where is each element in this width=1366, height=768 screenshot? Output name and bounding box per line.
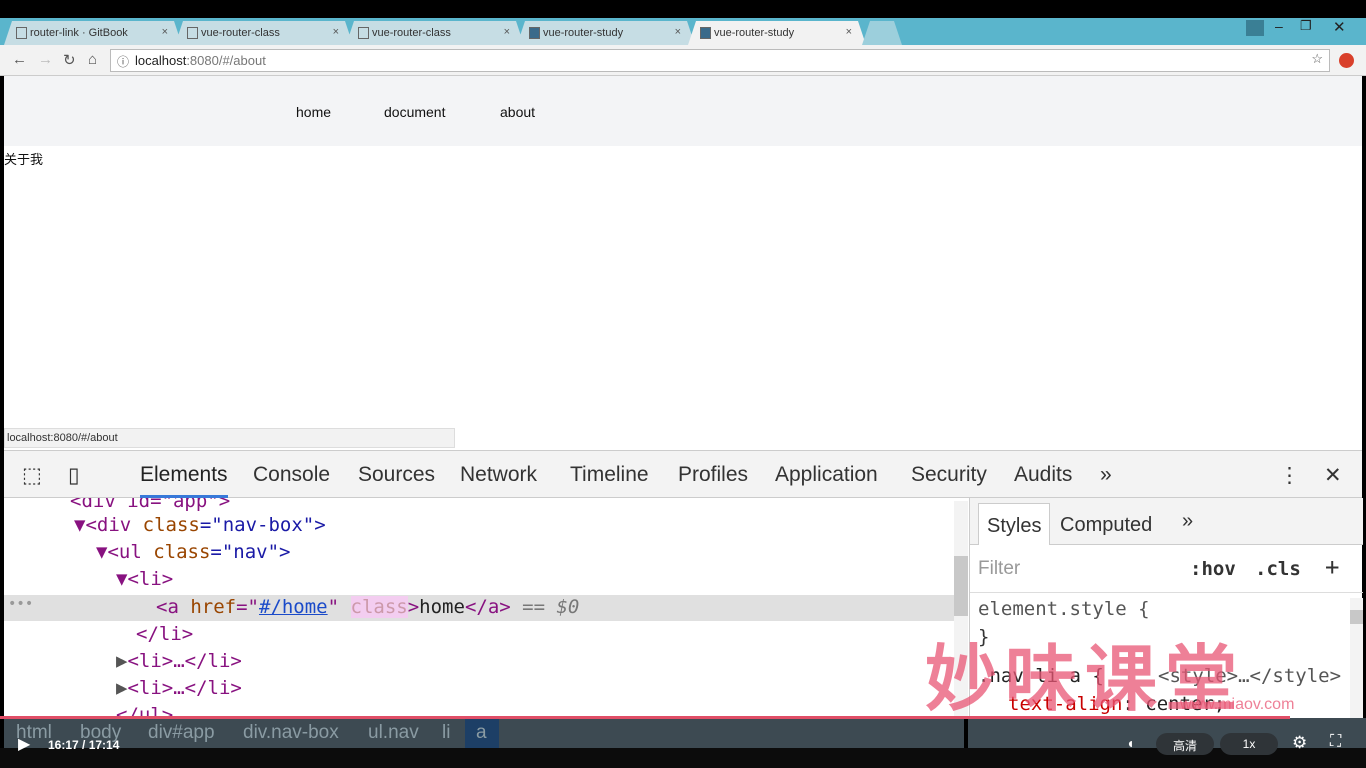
profile-icon[interactable] (1246, 20, 1264, 36)
watermark-url: www.miaov.com (1180, 696, 1295, 713)
tab-vue-router-class-2[interactable]: vue-router-class × (346, 21, 524, 45)
url-input[interactable]: ⓘ localhost:8080/#/about ☆ (110, 49, 1330, 72)
dom-tree: <div id="app"> ▼<div class="nav-box"> ▼<… (4, 498, 954, 719)
node-li-collapsed[interactable]: ▶<li>…</li> (116, 677, 242, 704)
tab-title: vue-router-study (714, 27, 795, 39)
tab-profiles[interactable]: Profiles (678, 463, 748, 487)
expand-icon[interactable]: ▼ (96, 541, 107, 563)
page-icon (187, 27, 198, 39)
devtools-breadcrumb: html body div#app div.nav-box ul.nav li … (4, 718, 964, 748)
tab-console[interactable]: Console (253, 463, 330, 487)
info-icon: ⓘ (117, 55, 130, 69)
crumb-a[interactable]: a (465, 718, 499, 748)
devtools-toolbar: ⬚ ▯ Elements Console Sources Network Tim… (4, 451, 1362, 498)
address-bar-row: ← → ↻ ⌂ ⓘ localhost:8080/#/about ☆ (0, 45, 1366, 76)
tab-audits[interactable]: Audits (1014, 463, 1072, 487)
extension-icon[interactable] (1339, 53, 1354, 68)
reload-icon[interactable]: ↻ (63, 51, 76, 69)
url-host: localhost (135, 53, 187, 68)
page-icon (358, 27, 369, 39)
expand-icon[interactable]: ▼ (116, 568, 127, 590)
tab-gitbook[interactable]: router-link · GitBook × (4, 21, 182, 45)
tab-title: vue-router-class (201, 27, 280, 39)
more-icon[interactable]: ••• (8, 596, 33, 623)
tab-computed[interactable]: Computed (1060, 514, 1152, 537)
nav-link-document[interactable]: document (384, 104, 445, 120)
menu-kebab-icon[interactable]: ⋮ (1279, 463, 1300, 488)
tab-network[interactable]: Network (460, 463, 537, 487)
close-tab-icon[interactable]: × (846, 26, 852, 38)
speed-button[interactable]: 1x (1220, 733, 1278, 755)
exit-fullscreen-icon[interactable]: ⛶ (1330, 733, 1341, 751)
node-ul-nav[interactable]: ▼<ul class="nav"> (96, 541, 291, 568)
styles-filter-input[interactable]: Filter (978, 558, 1020, 580)
node-li-close: </li> (136, 623, 194, 645)
node-div-nav-box[interactable]: ▼<div class="nav-box"> (74, 514, 326, 541)
hov-toggle[interactable]: :hov (1190, 558, 1236, 580)
settings-gear-icon[interactable]: ⚙ (1292, 733, 1307, 753)
quality-button[interactable]: 高清 (1156, 733, 1214, 755)
more-tabs-icon[interactable]: » (1100, 463, 1112, 487)
tab-security[interactable]: Security (911, 463, 987, 487)
page-viewport: home document about 关于我 localhost:8080/#… (4, 76, 1362, 450)
crumb-li[interactable]: li (442, 722, 450, 744)
crumb-div-app[interactable]: div#app (148, 722, 215, 744)
tab-timeline[interactable]: Timeline (570, 463, 649, 487)
url-path: :8080/#/about (186, 53, 266, 68)
book-icon (16, 27, 27, 39)
status-url: localhost:8080/#/about (4, 428, 455, 448)
tab-vue-router-study-2[interactable]: vue-router-study × (688, 21, 866, 45)
tab-vue-router-study-1[interactable]: vue-router-study × (517, 21, 695, 45)
more-tabs-icon[interactable]: » (1182, 510, 1193, 533)
cls-toggle[interactable]: .cls (1255, 558, 1301, 580)
bookmark-star-icon[interactable]: ☆ (1311, 51, 1323, 67)
node-li-collapsed[interactable]: ▶<li>…</li> (116, 650, 242, 677)
tab-title: router-link · GitBook (30, 27, 128, 39)
expand-icon[interactable]: ▼ (74, 514, 85, 536)
play-icon[interactable]: ▶ (18, 734, 30, 754)
nav-box: home document about (4, 76, 1362, 146)
node-li[interactable]: ▼<li> (116, 568, 173, 595)
styles-scrollbar[interactable] (1350, 598, 1363, 719)
home-icon[interactable]: ⌂ (88, 51, 97, 68)
forward-icon[interactable]: → (38, 51, 53, 68)
device-toolbar-icon[interactable]: ▯ (68, 463, 80, 488)
crumb-div-nav-box[interactable]: div.nav-box (243, 722, 339, 744)
tab-vue-router-class-1[interactable]: vue-router-class × (175, 21, 353, 45)
video-progress-bar[interactable] (0, 716, 1290, 719)
inspect-element-icon[interactable]: ⬚ (22, 463, 42, 488)
crumb-ul-nav[interactable]: ul.nav (368, 722, 419, 744)
tab-title: vue-router-class (372, 27, 451, 39)
nav-link-about[interactable]: about (500, 104, 535, 120)
tab-title: vue-router-study (543, 27, 624, 39)
page-content: 关于我 (4, 152, 44, 167)
close-tab-icon[interactable]: × (162, 26, 168, 38)
react-icon (529, 27, 540, 39)
video-player-controls: html body div#app div.nav-box ul.nav li … (0, 716, 1366, 768)
new-tab-button[interactable] (862, 21, 902, 45)
tab-application[interactable]: Application (775, 463, 878, 487)
close-tab-icon[interactable]: × (504, 26, 510, 38)
react-icon (700, 27, 711, 39)
minimize-icon[interactable]: – (1275, 18, 1283, 34)
element-style-rule[interactable]: element.style { (978, 598, 1150, 620)
close-tab-icon[interactable]: × (675, 26, 681, 38)
volume-icon[interactable]: ◖ (1126, 735, 1134, 751)
tab-sources[interactable]: Sources (358, 463, 435, 487)
tab-elements[interactable]: Elements (140, 463, 228, 498)
video-time: 16:17 / 17:14 (48, 738, 120, 752)
add-rule-icon[interactable]: + (1325, 553, 1339, 581)
restore-icon[interactable]: ❐ (1300, 18, 1312, 34)
close-devtools-icon[interactable]: ✕ (1324, 463, 1342, 488)
nav-link-home[interactable]: home (296, 104, 331, 120)
close-window-icon[interactable]: ✕ (1333, 18, 1346, 36)
node-a-selected[interactable]: <a href="#/home" class>home</a> == $0 (156, 596, 579, 623)
back-icon[interactable]: ← (12, 51, 27, 68)
tab-styles[interactable]: Styles (978, 503, 1051, 545)
close-tab-icon[interactable]: × (333, 26, 339, 38)
tab-strip: router-link · GitBook × vue-router-class ×… (0, 18, 1366, 45)
